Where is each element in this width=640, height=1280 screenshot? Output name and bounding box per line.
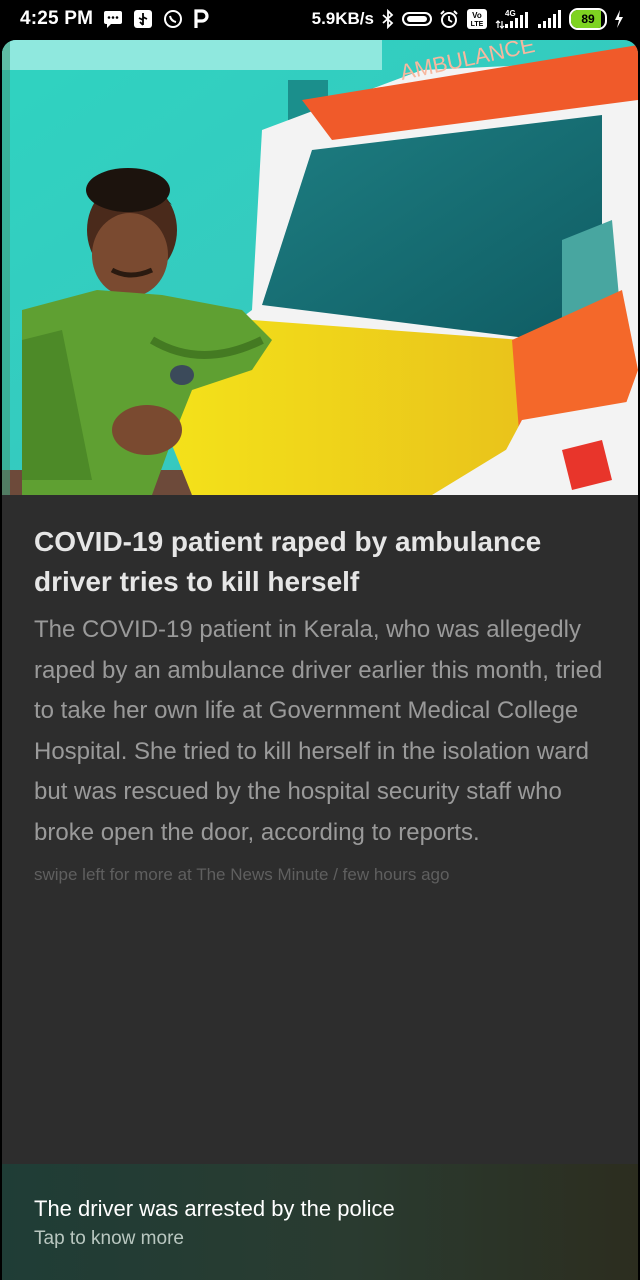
status-left: 4:25 PM: [20, 0, 209, 38]
network-type-label: 4G: [505, 9, 516, 18]
message-icon: [103, 10, 123, 28]
volte-icon: Vo LTE: [466, 8, 488, 30]
article-summary: The COVID-19 patient in Kerala, who was …: [34, 616, 603, 846]
charging-icon: [614, 9, 624, 29]
article-photo: AMBULANCE: [2, 40, 638, 495]
article-title[interactable]: COVID-19 patient raped by ambulance driv…: [34, 522, 608, 602]
volte-text-top: Vo: [472, 11, 482, 20]
volte-text-bottom: LTE: [471, 21, 484, 28]
net-speed: 5.9KB/s: [311, 9, 374, 28]
vpn-key-icon: [402, 10, 432, 28]
news-card[interactable]: AMBULANCE COVID-19 patient raped by ambu…: [2, 40, 638, 1280]
article-source-meta[interactable]: swipe left for more at The News Minute /…: [34, 865, 608, 885]
bluetooth-icon: [381, 9, 395, 29]
status-right: 5.9KB/s Vo LTE 4G 89: [312, 0, 624, 38]
p-icon: [193, 9, 209, 29]
status-time: 4:25 PM: [20, 8, 94, 29]
usb-icon: [133, 9, 153, 29]
signal-icon-2: [536, 9, 562, 29]
battery-icon: 89: [569, 8, 607, 30]
read-more-subtitle[interactable]: Tap to know more: [34, 1228, 184, 1250]
battery-level: 89: [581, 12, 595, 26]
signal-icon: 4G: [495, 8, 529, 30]
article-content: COVID-19 patient raped by ambulance driv…: [34, 522, 608, 885]
whatsapp-icon: [163, 9, 183, 29]
alarm-icon: [439, 9, 459, 29]
article-image[interactable]: AMBULANCE: [2, 40, 638, 495]
status-bar: 4:25 PM 5.9KB/s Vo LTE 4G 89: [0, 0, 640, 38]
read-more-bar[interactable]: The driver was arrested by the police Ta…: [2, 1164, 638, 1280]
read-more-title[interactable]: The driver was arrested by the police: [34, 1196, 395, 1222]
